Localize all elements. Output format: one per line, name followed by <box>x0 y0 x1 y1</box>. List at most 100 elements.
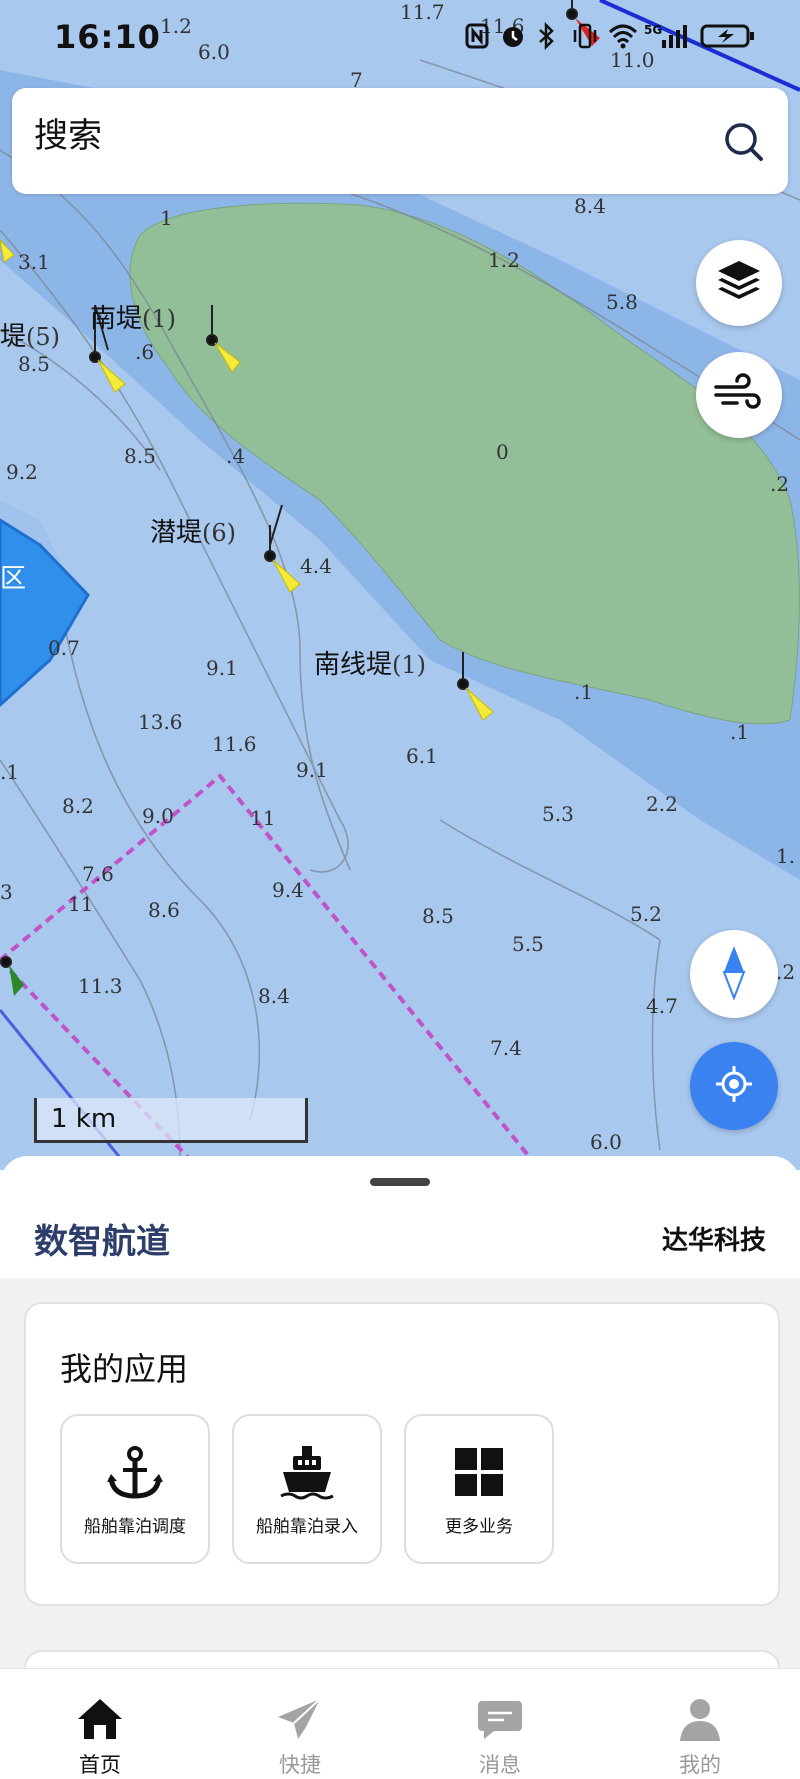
bluetooth-icon <box>536 21 562 51</box>
app-brand-title: 数智航道 <box>34 1222 170 1262</box>
locate-button[interactable] <box>690 1042 778 1130</box>
depth-sounding: 8.5 <box>18 352 50 376</box>
company-name: 达华科技 <box>661 1226 766 1256</box>
send-icon <box>276 1695 324 1743</box>
locate-icon <box>714 1064 754 1108</box>
compass-icon <box>722 944 746 1004</box>
map-label-nanxiandi: 南线堤(1) <box>314 644 426 681</box>
map-label-name: 南线堤 <box>314 650 393 680</box>
nfc-icon <box>464 22 490 50</box>
depth-sounding: 5.5 <box>512 932 544 956</box>
map-label-name: 南堤 <box>90 304 143 334</box>
app-tile-label: 船舶靠泊录入 <box>256 1517 358 1537</box>
depth-sounding: 8.4 <box>574 194 606 218</box>
depth-sounding: 8.6 <box>148 898 180 922</box>
depth-sounding: 5.8 <box>606 290 638 314</box>
map-label-number: (6) <box>202 519 237 547</box>
app-tile-more-services[interactable]: 更多业务 <box>404 1414 554 1564</box>
map-label-number: (5) <box>26 323 61 351</box>
depth-sounding: 11.3 <box>78 974 123 998</box>
tab-messages[interactable]: 消息 <box>400 1669 600 1779</box>
depth-sounding: 7.4 <box>490 1036 522 1060</box>
tab-label: 首页 <box>79 1753 121 1777</box>
layers-button[interactable] <box>696 240 782 326</box>
depth-sounding: .6 <box>135 340 155 364</box>
depth-sounding: 6.0 <box>590 1130 622 1154</box>
home-icon <box>76 1695 124 1743</box>
tab-profile[interactable]: 我的 <box>600 1669 800 1779</box>
search-bar[interactable] <box>12 88 788 194</box>
network-type: 5G <box>644 23 662 37</box>
depth-sounding: 1. <box>776 844 796 868</box>
depth-sounding: 1 <box>160 206 173 230</box>
anchor-icon <box>105 1444 165 1504</box>
depth-sounding: .1 <box>574 680 594 704</box>
compass-button[interactable] <box>690 930 778 1018</box>
my-apps-title: 我的应用 <box>60 1350 189 1388</box>
drag-handle[interactable] <box>370 1178 430 1186</box>
depth-sounding: 5.2 <box>630 902 662 926</box>
user-icon <box>676 1695 724 1743</box>
depth-sounding: .4 <box>226 444 246 468</box>
signal-icon: 5G <box>644 22 690 50</box>
app-tile-label: 船舶靠泊调度 <box>84 1517 186 1537</box>
tab-home[interactable]: 首页 <box>0 1669 200 1779</box>
app-tile-label: 更多业务 <box>445 1517 513 1537</box>
depth-sounding: 9.4 <box>272 878 304 902</box>
depth-sounding: 3.1 <box>18 250 50 274</box>
status-bar: 16:10 5G <box>0 0 800 76</box>
alarm-icon <box>500 22 526 50</box>
depth-sounding: .1 <box>730 720 750 744</box>
tab-label: 消息 <box>479 1753 521 1777</box>
depth-sounding: 5.3 <box>542 802 574 826</box>
depth-sounding: 3 <box>0 880 13 904</box>
map-label-di: 堤(5) <box>0 316 60 353</box>
depth-sounding: 6.1 <box>406 744 438 768</box>
depth-sounding: 9.2 <box>6 460 38 484</box>
scale-bar: 1 km <box>34 1098 308 1143</box>
map-label-name: 潜堤 <box>150 518 203 548</box>
map-label-number: (1) <box>392 651 427 679</box>
wind-icon <box>713 373 765 417</box>
map-label-qiandi: 潜堤(6) <box>150 512 236 549</box>
tab-label: 快捷 <box>279 1753 321 1777</box>
sheet-header: 数智航道 达华科技 <box>0 1156 800 1278</box>
ship-icon <box>277 1444 337 1504</box>
app-tile-berth-entry[interactable]: 船舶靠泊录入 <box>232 1414 382 1564</box>
depth-sounding: 0 <box>496 440 509 464</box>
grid-icon <box>449 1444 509 1504</box>
wifi-icon <box>608 22 638 50</box>
bottom-tab-bar: 首页 快捷 消息 我的 <box>0 1668 800 1779</box>
depth-sounding: 11 <box>68 892 94 916</box>
app-tile-berth-dispatch[interactable]: 船舶靠泊调度 <box>60 1414 210 1564</box>
map-label-number: (1) <box>142 305 177 333</box>
tab-shortcut[interactable]: 快捷 <box>200 1669 400 1779</box>
nautical-map[interactable]: 11.7 1.2 6.0 7 11.6 11.0 8.4 1 3.1 1.2 5… <box>0 0 800 1170</box>
depth-sounding: 8.4 <box>258 984 290 1008</box>
depth-sounding: 0.7 <box>48 636 80 660</box>
depth-sounding: 4.4 <box>300 554 332 578</box>
tab-label: 我的 <box>679 1753 721 1777</box>
depth-sounding: 8.2 <box>62 794 94 818</box>
depth-sounding: 9.1 <box>206 656 238 680</box>
depth-sounding: 1.2 <box>488 248 520 272</box>
search-icon[interactable] <box>722 120 766 164</box>
depth-sounding: 9.1 <box>296 758 328 782</box>
zone-label: 区 <box>0 564 27 594</box>
depth-sounding: .2 <box>776 960 796 984</box>
message-icon <box>476 1695 524 1743</box>
depth-sounding: .1 <box>0 760 20 784</box>
depth-sounding: 4.7 <box>646 994 678 1018</box>
search-input[interactable] <box>34 116 634 156</box>
depth-sounding: 2.2 <box>646 792 678 816</box>
depth-sounding: .2 <box>770 472 790 496</box>
depth-sounding: 13.6 <box>138 710 183 734</box>
wind-button[interactable] <box>696 352 782 438</box>
status-time: 16:10 <box>54 18 161 56</box>
scale-label: 1 km <box>51 1104 117 1134</box>
depth-sounding: 9.0 <box>142 804 174 828</box>
my-apps-card: 我的应用 船舶靠泊调度 船舶靠泊录入 更多业务 <box>24 1302 780 1606</box>
battery-icon <box>700 22 756 50</box>
layers-icon <box>715 258 763 308</box>
vibrate-icon <box>572 22 598 50</box>
